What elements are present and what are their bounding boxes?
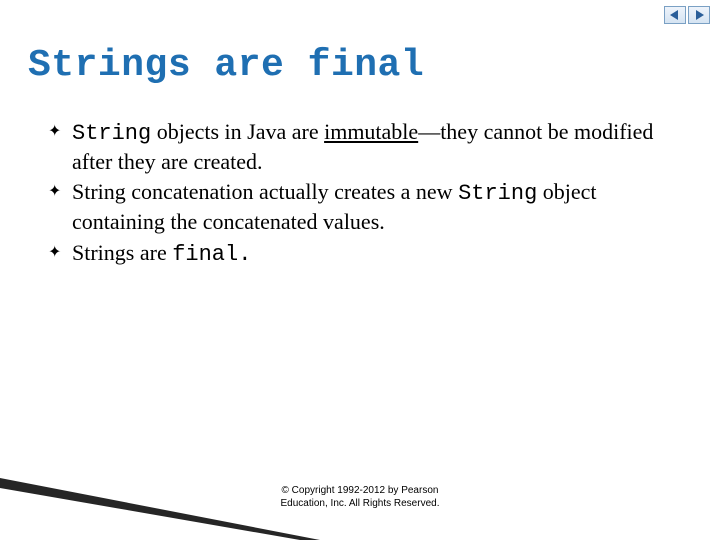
slide-body: ✦String objects in Java are immutable—th… — [48, 118, 668, 271]
bullet-glyph: ✦ — [48, 239, 72, 267]
slide: Strings are final ✦String objects in Jav… — [0, 0, 720, 540]
copyright-line-1: © Copyright 1992-2012 by Pearson — [0, 485, 720, 498]
bullet-glyph: ✦ — [48, 178, 72, 206]
bullet-text: String objects in Java are immutable—the… — [72, 118, 668, 176]
prev-slide-button[interactable] — [664, 6, 686, 24]
bullet-item: ✦String concatenation actually creates a… — [48, 178, 668, 236]
next-slide-button[interactable] — [688, 6, 710, 24]
nav-controls — [664, 6, 710, 24]
triangle-right-icon — [693, 9, 705, 21]
bullet-glyph: ✦ — [48, 118, 72, 146]
slide-title: Strings are final — [28, 44, 424, 87]
copyright-line-2: Education, Inc. All Rights Reserved. — [0, 498, 720, 511]
bullet-text: Strings are final. — [72, 239, 668, 269]
bullet-item: ✦String objects in Java are immutable—th… — [48, 118, 668, 176]
bullet-text: String concatenation actually creates a … — [72, 178, 668, 236]
triangle-left-icon — [669, 9, 681, 21]
copyright: © Copyright 1992-2012 by Pearson Educati… — [0, 485, 720, 510]
bullet-item: ✦Strings are final. — [48, 239, 668, 269]
